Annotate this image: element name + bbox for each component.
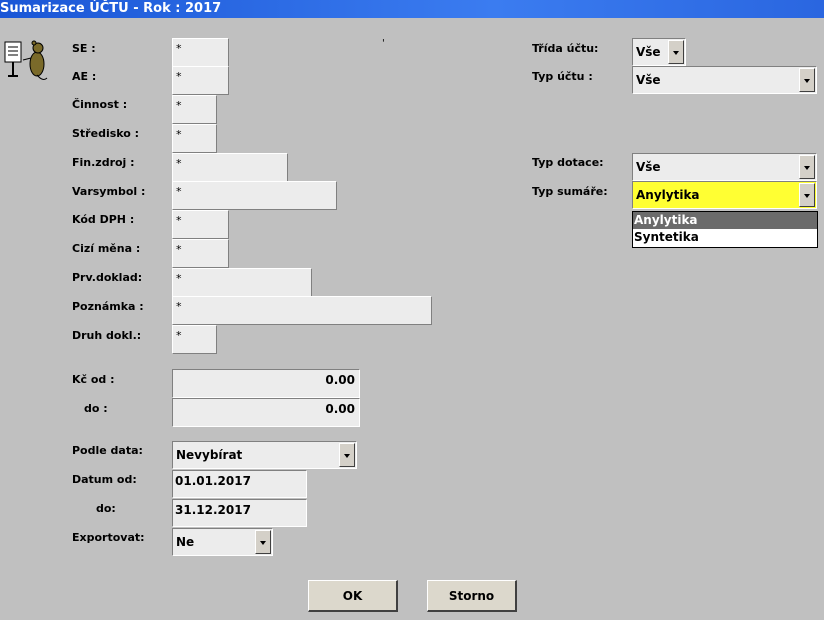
chevron-down-icon[interactable] [668, 40, 684, 64]
cinnost-label: Činnost : [72, 98, 128, 111]
cinnost-field[interactable]: * [172, 95, 217, 124]
printer-mouse-icon [4, 40, 48, 80]
stredisko-field[interactable]: * [172, 124, 217, 153]
cizimena-field[interactable]: * [172, 239, 229, 268]
poznamka-field[interactable]: * [172, 296, 432, 325]
amount-to-label: do : [84, 402, 108, 415]
poznamka-label: Poznámka : [72, 300, 144, 313]
typ-uctu-select[interactable]: Vše [632, 66, 817, 94]
typ-sumare-value: Anylytika [636, 188, 700, 202]
trida-uctu-value: Vše [636, 45, 661, 59]
finzdroj-label: Fin.zdroj : [72, 156, 135, 169]
koddph-field[interactable]: * [172, 210, 229, 239]
date-mode-select[interactable]: Nevybírat [172, 441, 357, 469]
druhdokl-label: Druh dokl.: [72, 329, 142, 342]
ok-button[interactable]: OK [308, 580, 398, 612]
typ-uctu-label: Typ účtu : [532, 70, 593, 83]
dropdown-option-syntetika[interactable]: Syntetika [633, 229, 817, 246]
tick-mark: ' [382, 38, 385, 49]
varsymbol-label: Varsymbol : [72, 185, 146, 198]
cizimena-label: Cizí měna : [72, 242, 141, 255]
date-to-label: do: [96, 502, 116, 515]
trida-uctu-label: Třída účtu: [532, 42, 599, 55]
typ-dotace-value: Vše [636, 160, 661, 174]
chevron-down-icon[interactable] [799, 155, 815, 179]
prvdoklad-field[interactable]: * [172, 268, 312, 297]
amount-from-label: Kč od : [72, 373, 115, 386]
window-title-bar: Sumarizace ÚČTU - Rok : 2017 [0, 0, 824, 18]
date-mode-value: Nevybírat [176, 448, 243, 462]
finzdroj-field[interactable]: * [172, 153, 288, 182]
typ-uctu-value: Vše [636, 73, 661, 87]
dropdown-option-anylytika[interactable]: Anylytika [633, 212, 817, 229]
se-label: SE : [72, 42, 96, 55]
ae-label: AE : [72, 70, 97, 83]
export-value: Ne [176, 535, 195, 549]
window-title: Sumarizace ÚČTU - Rok : 2017 [0, 1, 222, 16]
typ-sumare-label: Typ sumáře: [532, 185, 608, 198]
typ-dotace-select[interactable]: Vše [632, 153, 817, 181]
ae-field[interactable]: * [172, 66, 229, 95]
varsymbol-field[interactable]: * [172, 181, 337, 210]
storno-button[interactable]: Storno [427, 580, 517, 612]
typ-dotace-label: Typ dotace: [532, 156, 604, 169]
trida-uctu-select[interactable]: Vše [632, 38, 686, 66]
typ-sumare-select[interactable]: Anylytika [632, 181, 817, 209]
date-to-field[interactable]: 31.12.2017 [172, 499, 307, 527]
prvdoklad-label: Prv.doklad: [72, 271, 143, 284]
export-label: Exportovat: [72, 531, 145, 544]
amount-from-field[interactable]: 0.00 [172, 369, 360, 398]
amount-to-field[interactable]: 0.00 [172, 398, 360, 427]
date-from-field[interactable]: 01.01.2017 [172, 470, 307, 498]
stredisko-label: Středisko : [72, 127, 140, 140]
chevron-down-icon[interactable] [799, 183, 815, 207]
chevron-down-icon[interactable] [339, 443, 355, 467]
date-from-label: Datum od: [72, 473, 137, 486]
se-field[interactable]: * [172, 38, 229, 67]
druhdokl-field[interactable]: * [172, 325, 217, 354]
chevron-down-icon[interactable] [799, 68, 815, 92]
koddph-label: Kód DPH : [72, 213, 135, 226]
export-select[interactable]: Ne [172, 528, 273, 556]
date-mode-label: Podle data: [72, 444, 143, 457]
typ-sumare-dropdown: Anylytika Syntetika [632, 211, 818, 248]
chevron-down-icon[interactable] [255, 530, 271, 554]
